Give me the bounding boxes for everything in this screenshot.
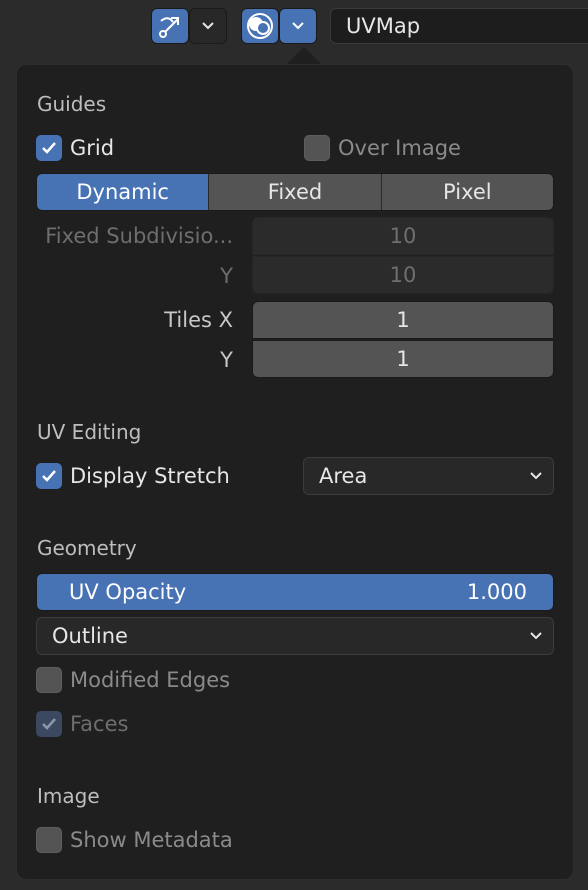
display-stretch-checkbox[interactable] — [36, 463, 62, 489]
tiles-y-field[interactable]: 1 — [252, 340, 554, 378]
chevron-down-icon — [202, 22, 214, 30]
fixed-subdivisions-label: Fixed Subdivisio... — [45, 224, 233, 248]
tiles-y-label: Y — [220, 348, 233, 372]
checkmark-icon — [42, 718, 56, 730]
grid-mode-fixed[interactable]: Fixed — [208, 174, 381, 210]
chevron-down-icon — [292, 22, 304, 30]
overlay-icon — [247, 13, 273, 39]
display-stretch-label[interactable]: Display Stretch — [70, 464, 230, 488]
overlays-button[interactable] — [241, 8, 279, 44]
grid-mode-selector: Dynamic Fixed Pixel — [36, 173, 554, 211]
chevron-down-icon — [530, 472, 542, 480]
fixed-subdivisions-y-field[interactable]: 10 — [252, 256, 554, 294]
tiles-x-label: Tiles X — [164, 308, 233, 332]
section-title-uv-editing: UV Editing — [37, 420, 142, 444]
grid-label[interactable]: Grid — [70, 136, 114, 160]
uv-sync-selection-button[interactable] — [151, 8, 189, 44]
chevron-down-icon — [530, 632, 542, 640]
checkmark-icon — [42, 470, 56, 482]
modified-edges-checkbox[interactable] — [36, 667, 62, 693]
over-image-checkbox[interactable] — [304, 135, 330, 161]
grid-checkbox[interactable] — [36, 135, 62, 161]
editor-header: UVMap — [0, 0, 588, 52]
checkmark-icon — [42, 142, 56, 154]
over-image-label[interactable]: Over Image — [338, 136, 461, 160]
faces-label[interactable]: Faces — [70, 712, 128, 736]
grid-mode-pixel[interactable]: Pixel — [380, 174, 553, 210]
fixed-subdivisions-x-field[interactable]: 10 — [252, 217, 554, 255]
grid-mode-dynamic[interactable]: Dynamic — [37, 174, 209, 210]
modified-edges-label[interactable]: Modified Edges — [70, 668, 230, 692]
show-metadata-label[interactable]: Show Metadata — [70, 828, 233, 852]
stretch-type-dropdown[interactable]: Area — [303, 457, 554, 495]
edge-display-dropdown[interactable]: Outline — [36, 617, 554, 655]
uv-sync-icon — [159, 17, 179, 38]
section-title-geometry: Geometry — [37, 536, 137, 560]
stretch-type-value: Area — [319, 464, 368, 488]
fixed-subdivisions-y-label: Y — [220, 264, 233, 288]
uv-map-selector[interactable]: UVMap — [330, 8, 588, 44]
uv-opacity-label: UV Opacity — [69, 580, 187, 604]
section-title-guides: Guides — [37, 92, 107, 116]
uv-opacity-slider[interactable]: UV Opacity 1.000 — [36, 573, 554, 611]
uv-sync-dropdown[interactable] — [189, 8, 227, 44]
faces-checkbox[interactable] — [36, 711, 62, 737]
uv-opacity-value: 1.000 — [466, 580, 527, 604]
popover-pointer — [286, 47, 322, 65]
overlays-dropdown[interactable] — [279, 8, 317, 44]
section-title-image: Image — [37, 784, 100, 808]
show-metadata-checkbox[interactable] — [36, 827, 62, 853]
tiles-x-field[interactable]: 1 — [252, 301, 554, 339]
edge-display-value: Outline — [52, 624, 128, 648]
